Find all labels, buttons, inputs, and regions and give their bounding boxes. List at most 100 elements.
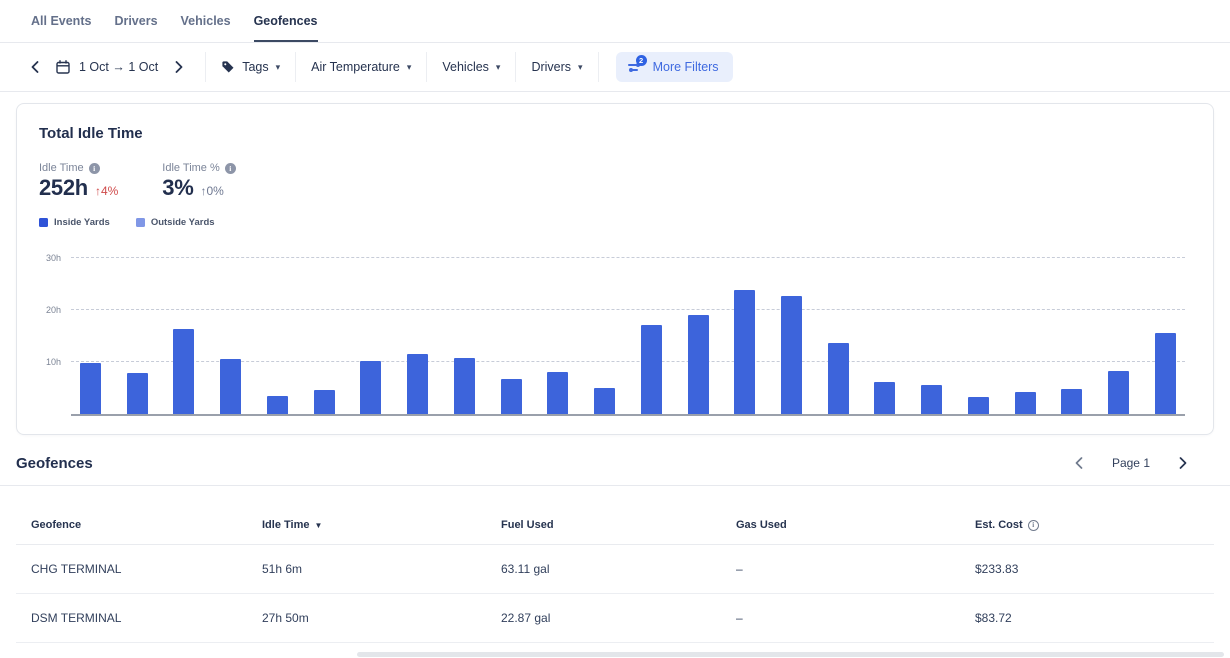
divider — [426, 52, 427, 82]
bar[interactable] — [407, 354, 428, 414]
drivers-filter-dropdown[interactable]: Drivers ▾ — [531, 60, 582, 74]
table-cell: CHG TERMINAL — [31, 562, 262, 576]
bar[interactable] — [594, 388, 615, 414]
more-filters-label: More Filters — [653, 60, 719, 74]
bar[interactable] — [688, 315, 709, 414]
y-axis-tick: 30h — [46, 253, 61, 263]
table-cell: $233.83 — [975, 562, 1214, 576]
date-prev-button[interactable] — [24, 56, 46, 78]
chart-legend: Inside Yards Outside Yards — [39, 217, 1191, 228]
divider — [205, 52, 206, 82]
geofences-table: Geofence Idle Time ▼ Fuel Used Gas Used … — [16, 486, 1214, 643]
tags-filter-dropdown[interactable]: Tags ▾ — [221, 60, 280, 74]
chevron-left-icon — [31, 61, 39, 73]
column-header-gas-used[interactable]: Gas Used — [736, 519, 975, 531]
vehicles-filter-label: Vehicles — [442, 60, 489, 74]
y-axis-tick: 10h — [46, 357, 61, 367]
divider — [295, 52, 296, 82]
idle-time-bar-chart: 30h 20h 10h — [71, 252, 1185, 416]
column-header-est-cost[interactable]: Est. Cost i — [975, 519, 1214, 531]
divider — [598, 52, 599, 82]
bar[interactable] — [173, 329, 194, 414]
bar[interactable] — [360, 361, 381, 414]
table-cell: 22.87 gal — [501, 611, 736, 625]
idle-time-metric: Idle Time i 252h ↑4% — [39, 162, 118, 201]
bar[interactable] — [127, 373, 148, 414]
page-prev-button[interactable] — [1070, 454, 1088, 472]
table-cell: 63.11 gal — [501, 562, 736, 576]
filter-count-badge: 2 — [636, 55, 647, 66]
geofences-section-header: Geofences Page 1 — [0, 435, 1230, 486]
tab-all-events[interactable]: All Events — [31, 0, 91, 42]
legend-item-outside-yards: Outside Yards — [136, 217, 215, 228]
air-temperature-filter-dropdown[interactable]: Air Temperature ▾ — [311, 60, 411, 74]
chevron-right-icon — [1179, 457, 1187, 469]
bar[interactable] — [734, 290, 755, 414]
legend-item-inside-yards: Inside Yards — [39, 217, 110, 228]
tab-drivers[interactable]: Drivers — [114, 0, 157, 42]
card-title: Total Idle Time — [39, 125, 1191, 142]
bar[interactable] — [828, 343, 849, 414]
page-next-button[interactable] — [1174, 454, 1192, 472]
column-header-fuel-used[interactable]: Fuel Used — [501, 519, 736, 531]
bar[interactable] — [454, 358, 475, 414]
bar[interactable] — [314, 390, 335, 414]
table-cell: $83.72 — [975, 611, 1214, 625]
legend-label: Inside Yards — [54, 217, 110, 228]
table-cell: – — [736, 562, 975, 576]
table-row[interactable]: CHG TERMINAL51h 6m63.11 gal–$233.83 — [16, 545, 1214, 594]
filter-bar: 1 Oct → 1 Oct Tags ▾ Air Temperature ▾ V… — [0, 43, 1230, 92]
vehicles-filter-dropdown[interactable]: Vehicles ▾ — [442, 60, 500, 74]
info-icon[interactable]: i — [89, 163, 100, 174]
bar[interactable] — [267, 396, 288, 414]
info-icon[interactable]: i — [225, 163, 236, 174]
date-range-text: 1 Oct → 1 Oct — [79, 60, 158, 74]
bar[interactable] — [80, 363, 101, 415]
table-cell: 51h 6m — [262, 562, 501, 576]
table-row[interactable]: DSM TERMINAL27h 50m22.87 gal–$83.72 — [16, 594, 1214, 643]
chevron-down-icon: ▾ — [407, 62, 412, 72]
table-cell: 27h 50m — [262, 611, 501, 625]
bar[interactable] — [547, 372, 568, 414]
metric-delta: ↑0% — [201, 184, 224, 198]
chevron-down-icon: ▾ — [496, 62, 501, 72]
column-header-geofence[interactable]: Geofence — [31, 519, 262, 531]
more-filters-button[interactable]: 2 More Filters — [616, 52, 733, 82]
bar[interactable] — [641, 325, 662, 414]
bar[interactable] — [220, 359, 241, 414]
metric-value: 3% — [162, 175, 193, 201]
date-next-button[interactable] — [168, 56, 190, 78]
bars-container — [71, 252, 1185, 414]
table-cell: – — [736, 611, 975, 625]
air-temperature-filter-label: Air Temperature — [311, 60, 400, 74]
column-header-idle-time[interactable]: Idle Time ▼ — [262, 519, 501, 531]
y-axis-tick: 20h — [46, 305, 61, 315]
bar[interactable] — [1061, 389, 1082, 415]
pagination: Page 1 — [1070, 454, 1192, 472]
calendar-icon — [56, 60, 70, 74]
table-body: CHG TERMINAL51h 6m63.11 gal–$233.83DSM T… — [16, 545, 1214, 643]
bar[interactable] — [781, 296, 802, 414]
bar[interactable] — [968, 397, 989, 414]
tab-bar: All Events Drivers Vehicles Geofences — [0, 0, 1230, 43]
legend-swatch — [39, 218, 48, 227]
bar[interactable] — [1108, 371, 1129, 414]
tab-geofences[interactable]: Geofences — [254, 0, 318, 42]
metric-label: Idle Time % — [162, 162, 219, 174]
date-range-picker[interactable]: 1 Oct → 1 Oct — [56, 60, 158, 74]
bar[interactable] — [501, 379, 522, 414]
info-icon[interactable]: i — [1028, 520, 1039, 531]
metric-value: 252h — [39, 175, 88, 201]
drivers-filter-label: Drivers — [531, 60, 571, 74]
page-indicator: Page 1 — [1112, 456, 1150, 470]
metric-label: Idle Time — [39, 162, 84, 174]
bar[interactable] — [1155, 333, 1176, 414]
tab-vehicles[interactable]: Vehicles — [181, 0, 231, 42]
bar[interactable] — [874, 382, 895, 414]
bar[interactable] — [1015, 392, 1036, 414]
tags-filter-label: Tags — [242, 60, 268, 74]
filter-icon: 2 — [628, 60, 644, 74]
legend-label: Outside Yards — [151, 217, 215, 228]
bar[interactable] — [921, 385, 942, 414]
horizontal-scrollbar[interactable] — [357, 652, 1224, 657]
